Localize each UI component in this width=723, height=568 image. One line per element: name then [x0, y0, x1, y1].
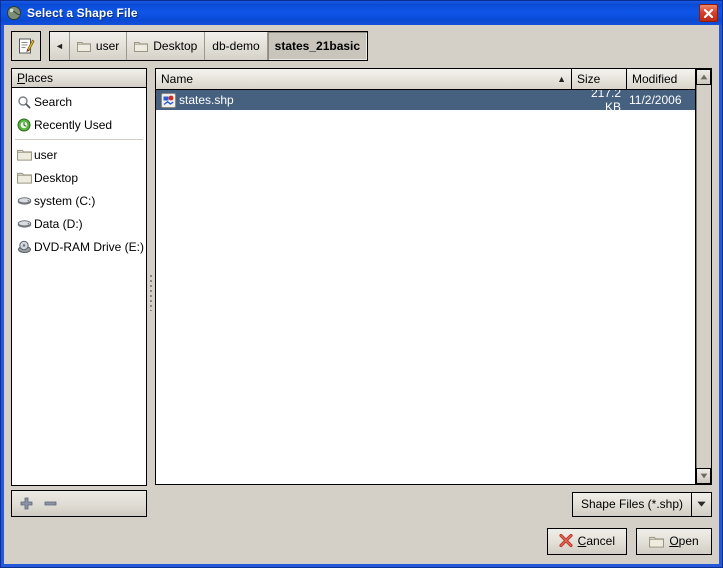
places-item-user[interactable]: user [12, 143, 146, 166]
places-item-label: Data (D:) [34, 216, 83, 231]
breadcrumb-item-db-demo[interactable]: db-demo [205, 32, 268, 60]
close-icon [703, 8, 714, 18]
pencil-document-icon [19, 38, 35, 54]
file-type-filter-label: Shape Files (*.shp) [580, 497, 683, 511]
filter-row: Shape Files (*.shp) [155, 485, 712, 517]
places-box: Places Search Recently Used user Desktop… [11, 68, 147, 486]
breadcrumb-item-user[interactable]: user [69, 32, 128, 60]
panes: Places Search Recently Used user Desktop… [11, 68, 712, 517]
breadcrumb: ◄ user Desktop db-demo states_21basic [49, 31, 369, 61]
file-list-inner: Name ▲ Size Modified states.shp 217.2 KB… [156, 69, 695, 484]
breadcrumb-item-label: db-demo [212, 39, 260, 53]
title-bar[interactable]: Select a Shape File [1, 1, 722, 25]
file-name-label: states.shp [179, 93, 234, 107]
file-chooser-dialog: Select a Shape File ◄ user Desktop db-de… [0, 0, 723, 568]
red-x-icon [559, 534, 573, 548]
scrollbar-trough[interactable] [696, 85, 711, 468]
file-list-column-header: Name ▲ Size Modified [156, 69, 695, 90]
places-item-recently-used[interactable]: Recently Used [12, 113, 146, 136]
places-item-label: system (C:) [34, 193, 96, 208]
places-item-label: DVD-RAM Drive (E:) [34, 239, 144, 254]
chevron-down-icon [700, 473, 707, 479]
file-pane: Name ▲ Size Modified states.shp 217.2 KB… [155, 68, 712, 517]
places-list: Search Recently Used user Desktop system… [12, 88, 146, 485]
column-header-size-label: Size [577, 72, 601, 86]
folder-icon [17, 148, 34, 161]
open-button-label: Open [669, 534, 699, 548]
file-name-cell: states.shp [156, 92, 572, 108]
places-pane: Places Search Recently Used user Desktop… [11, 68, 147, 517]
search-icon [17, 95, 34, 109]
folder-icon [17, 171, 34, 184]
breadcrumb-item-states-21basic[interactable]: states_21basic [267, 32, 368, 60]
file-list-box: Name ▲ Size Modified states.shp 217.2 KB… [155, 68, 712, 485]
breadcrumb-back-arrow[interactable]: ◄ [50, 32, 70, 60]
file-size-cell: 217.2 KB [590, 90, 621, 114]
pane-splitter[interactable] [147, 68, 155, 517]
column-header-modified-label: Modified [632, 72, 678, 86]
file-type-filter-combobox[interactable]: Shape Files (*.shp) [571, 491, 712, 517]
folder-icon [649, 535, 665, 548]
places-item-search[interactable]: Search [12, 90, 146, 113]
recent-clock-icon [17, 118, 34, 132]
type-filename-toggle-button[interactable] [11, 31, 41, 61]
dialog-body: ◄ user Desktop db-demo states_21basic Pl… [4, 25, 719, 564]
close-button[interactable] [699, 4, 718, 22]
folder-icon [76, 40, 91, 52]
places-buttons-bar [11, 490, 147, 517]
places-item-label: Desktop [34, 170, 79, 185]
table-row[interactable]: states.shp 217.2 KB 11/2/2006 [156, 90, 695, 114]
path-bar: ◄ user Desktop db-demo states_21basic [11, 31, 712, 61]
open-button[interactable]: Open [636, 527, 712, 555]
add-place-button[interactable] [20, 497, 33, 510]
places-header-label: Places [17, 71, 54, 85]
breadcrumb-item-desktop[interactable]: Desktop [127, 32, 206, 60]
places-column-header[interactable]: Places [12, 69, 146, 88]
places-item-label: Search [34, 94, 73, 109]
minus-icon [44, 501, 57, 506]
breadcrumb-item-label: Desktop [153, 39, 198, 53]
breadcrumb-item-label: user [95, 39, 120, 53]
places-item-data-d[interactable]: Data (D:) [12, 212, 146, 235]
places-item-label: user [34, 147, 58, 162]
column-header-name-label: Name [161, 72, 194, 86]
breadcrumb-item-label: states_21basic [274, 39, 361, 53]
sort-ascending-icon: ▲ [557, 74, 566, 84]
remove-place-button[interactable] [44, 497, 57, 510]
places-item-system-c[interactable]: system (C:) [12, 189, 146, 212]
splitter-grip [150, 274, 152, 311]
file-list-scrollbar[interactable] [695, 69, 711, 484]
shapefile-icon [161, 92, 179, 108]
harddisk-icon [17, 195, 34, 207]
cancel-button-label: Cancel [577, 534, 615, 548]
dialog-action-buttons: Cancel Open [11, 517, 712, 557]
chevron-down-icon[interactable] [691, 492, 711, 516]
chevron-up-icon [700, 74, 707, 80]
cancel-button[interactable]: Cancel [546, 527, 627, 555]
column-header-modified[interactable]: Modified [627, 69, 695, 89]
optical-drive-icon [17, 240, 34, 254]
column-header-name[interactable]: Name ▲ [156, 69, 572, 89]
places-separator [15, 139, 143, 140]
folder-icon [134, 40, 149, 52]
places-item-dvd-ram-drive-e[interactable]: DVD-RAM Drive (E:) [12, 235, 146, 258]
window-title: Select a Shape File [27, 6, 138, 20]
breadcrumb-back-arrow-label: ◄ [55, 41, 64, 51]
globe-icon [6, 5, 22, 21]
harddisk-icon [17, 218, 34, 230]
plus-icon [20, 497, 33, 510]
places-item-desktop[interactable]: Desktop [12, 166, 146, 189]
scroll-down-button[interactable] [696, 468, 711, 484]
file-list-rows: states.shp 217.2 KB 11/2/2006 [156, 90, 695, 484]
scroll-up-button[interactable] [696, 69, 711, 85]
file-modified-cell: 11/2/2006 [629, 93, 682, 107]
column-header-size[interactable]: Size [572, 69, 627, 89]
places-item-label: Recently Used [34, 117, 113, 132]
